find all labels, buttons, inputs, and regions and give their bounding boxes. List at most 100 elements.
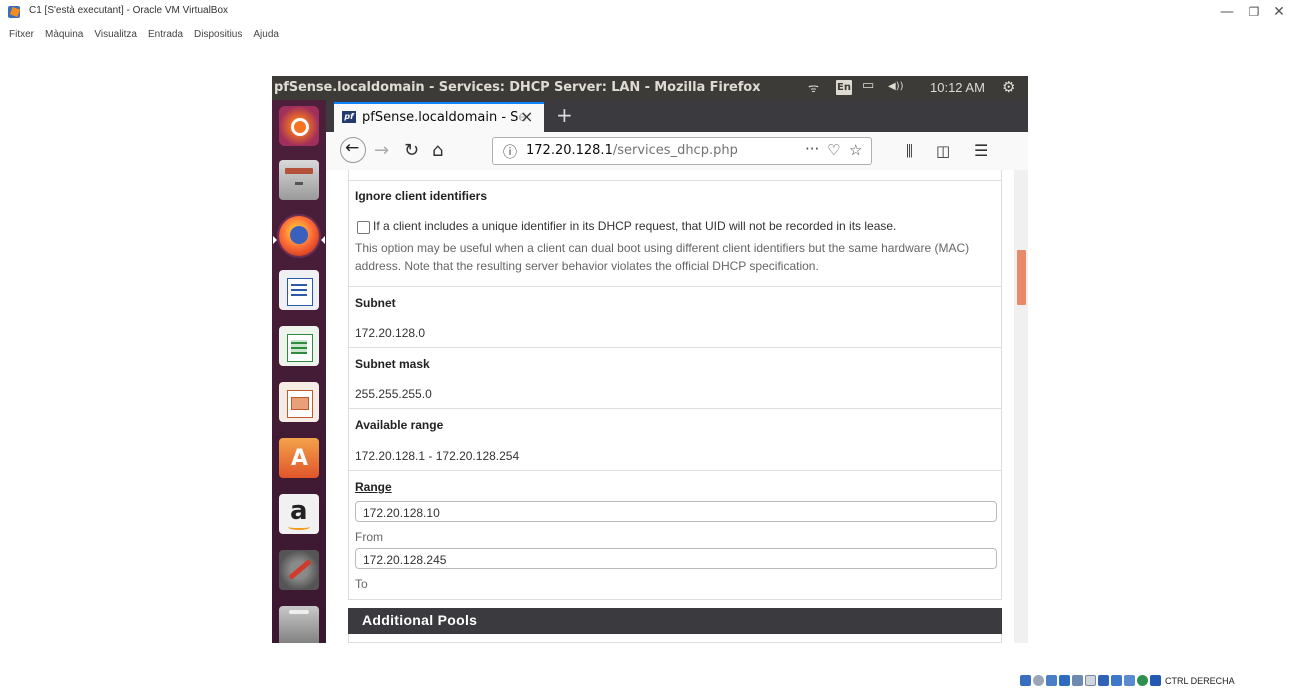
page-content: Ignore client identifiers If a client in… xyxy=(326,170,1028,643)
page-scrollbar[interactable] xyxy=(1014,170,1028,643)
battery-icon[interactable]: ▭ xyxy=(862,78,874,93)
network-icon[interactable] xyxy=(1059,675,1070,686)
ignore-client-ids-section: Ignore client identifiers If a client in… xyxy=(349,180,1001,287)
audio-icon[interactable] xyxy=(1046,675,1057,686)
site-info-icon[interactable]: ⓘ xyxy=(503,142,517,162)
pfsense-favicon-icon: pf xyxy=(342,111,356,123)
subnet-value: 172.20.128.0 xyxy=(355,326,426,340)
available-range-section: Available range 172.20.128.1 - 172.20.12… xyxy=(349,408,1001,471)
sidebar-icon[interactable]: ◫ xyxy=(936,142,950,160)
settings-gear-icon[interactable]: ⚙ xyxy=(1002,78,1015,96)
range-to-input[interactable] xyxy=(356,550,963,570)
menu-fitxer[interactable]: Fitxer xyxy=(9,29,34,40)
ubuntu-launcher: A a xyxy=(272,100,326,643)
amazon-icon[interactable]: a xyxy=(279,494,319,534)
tab-pfsense[interactable]: pf pfSense.localdomain - Se × xyxy=(334,102,544,132)
subnet-mask-label: Subnet mask xyxy=(355,357,430,371)
additional-pools-header: Additional Pools xyxy=(348,608,1002,634)
usb-icon[interactable] xyxy=(1072,675,1083,686)
ignore-client-ids-checkbox-label[interactable]: If a client includes a unique identifier… xyxy=(373,219,896,233)
additional-pools-title: Additional Pools xyxy=(362,612,478,628)
hard-disk-icon[interactable] xyxy=(1020,675,1031,686)
subnet-mask-value: 255.255.255.0 xyxy=(355,387,432,401)
tab-title: pfSense.localdomain - Se xyxy=(362,110,526,125)
active-window-title: pfSense.localdomain - Services: DHCP Ser… xyxy=(274,80,761,95)
ignore-client-ids-help: This option may be useful when a client … xyxy=(355,241,970,273)
url-bar[interactable]: ⓘ 172.20.128.1/services_dhcp.php ··· ♡ ☆ xyxy=(492,137,872,165)
menu-ajuda[interactable]: Ajuda xyxy=(253,29,279,40)
range-from-label: From xyxy=(355,530,383,544)
range-section: Range From To xyxy=(349,470,1001,599)
menu-entrada[interactable]: Entrada xyxy=(148,29,183,40)
ignore-client-ids-checkbox[interactable] xyxy=(357,221,370,234)
minimize-button[interactable]: — xyxy=(1212,2,1242,22)
nav-toolbar: ← → ↻ ⌂ ⓘ 172.20.128.1/services_dhcp.php… xyxy=(326,132,1028,171)
shared-folders-icon[interactable] xyxy=(1085,675,1096,686)
available-range-label: Available range xyxy=(355,418,444,432)
dhcp-settings-panel: Ignore client identifiers If a client in… xyxy=(348,170,1002,600)
subnet-label: Subnet xyxy=(355,296,396,310)
writer-icon[interactable] xyxy=(279,270,319,310)
back-arrow-icon: ← xyxy=(345,138,360,158)
tab-title-text: pfSense.localdomain - S xyxy=(362,110,519,125)
wifi-icon[interactable]: ᯤ xyxy=(808,79,819,96)
software-center-icon[interactable]: A xyxy=(279,438,319,478)
range-to-field[interactable] xyxy=(355,548,997,570)
focus-indicator xyxy=(321,236,325,244)
trash-icon[interactable] xyxy=(279,606,319,643)
virtualbox-statusbar: CTRL DERECHA xyxy=(1020,670,1235,686)
display-icon[interactable] xyxy=(1098,675,1109,686)
range-from-input[interactable] xyxy=(356,503,963,523)
system-settings-icon[interactable] xyxy=(279,550,319,590)
impress-icon[interactable] xyxy=(279,382,319,422)
host-key-label: CTRL DERECHA xyxy=(1165,675,1235,686)
volume-icon[interactable]: ◀)) xyxy=(888,81,904,92)
ubuntu-top-panel: pfSense.localdomain - Services: DHCP Ser… xyxy=(272,76,1028,100)
pocket-icon[interactable]: ♡ xyxy=(827,141,840,159)
close-tab-icon[interactable]: × xyxy=(520,107,533,126)
files-icon[interactable] xyxy=(279,160,319,200)
menu-maquina[interactable]: Màquina xyxy=(45,29,83,40)
optical-drive-icon[interactable] xyxy=(1033,675,1044,686)
page-actions-icon[interactable]: ··· xyxy=(805,140,819,158)
close-button[interactable]: ✕ xyxy=(1264,2,1294,22)
available-range-value: 172.20.128.1 - 172.20.128.254 xyxy=(355,449,520,463)
bookmark-star-icon[interactable]: ☆ xyxy=(849,141,862,159)
running-indicator xyxy=(273,236,277,244)
virtualbox-titlebar: C1 [S'està executant] - Oracle VM Virtua… xyxy=(0,0,1298,22)
firefox-icon[interactable] xyxy=(279,216,319,256)
scrollbar-thumb[interactable] xyxy=(1017,250,1026,305)
ubuntu-dash-icon[interactable] xyxy=(279,106,319,146)
virtualbox-logo-icon xyxy=(8,6,20,18)
recording-icon[interactable] xyxy=(1111,675,1122,686)
new-tab-button[interactable]: + xyxy=(556,103,573,127)
library-icon[interactable]: ⫼ xyxy=(906,142,913,160)
subnet-mask-section: Subnet mask 255.255.255.0 xyxy=(349,347,1001,409)
tab-strip: pf pfSense.localdomain - Se × + xyxy=(326,100,1028,132)
range-label[interactable]: Range xyxy=(355,480,392,494)
keyboard-layout-indicator[interactable]: En xyxy=(836,80,852,95)
clock[interactable]: 10:12 AM xyxy=(930,80,985,95)
subnet-section: Subnet 172.20.128.0 xyxy=(349,286,1001,348)
menu-visualitza[interactable]: Visualitza xyxy=(94,29,137,40)
guest-desktop: pfSense.localdomain - Services: DHCP Ser… xyxy=(272,76,1028,643)
calc-icon[interactable] xyxy=(279,326,319,366)
url-path: /services_dhcp.php xyxy=(612,143,738,158)
virtualbox-menubar: Fitxer Màquina Visualitza Entrada Dispositiu… xyxy=(9,22,279,40)
url-text[interactable]: 172.20.128.1/services_dhcp.php xyxy=(526,143,738,158)
range-to-label: To xyxy=(355,577,368,591)
menu-hamburger-icon[interactable]: ☰ xyxy=(974,141,988,160)
menu-dispositius[interactable]: Dispositius xyxy=(194,29,242,40)
virtualbox-window-title: C1 [S'està executant] - Oracle VM Virtua… xyxy=(29,5,229,16)
cpu-icon[interactable] xyxy=(1124,675,1135,686)
ignore-client-ids-label: Ignore client identifiers xyxy=(355,189,488,203)
reload-button[interactable]: ↻ xyxy=(404,140,419,161)
url-host: 172.20.128.1 xyxy=(526,143,613,158)
back-button[interactable]: ← xyxy=(340,137,366,163)
home-button[interactable]: ⌂ xyxy=(432,140,443,161)
mouse-integration-icon[interactable] xyxy=(1150,675,1161,686)
range-from-field[interactable] xyxy=(355,501,997,523)
forward-button[interactable]: → xyxy=(374,140,389,161)
vt-x-icon[interactable] xyxy=(1137,675,1148,686)
additional-pools-body xyxy=(348,634,1002,643)
